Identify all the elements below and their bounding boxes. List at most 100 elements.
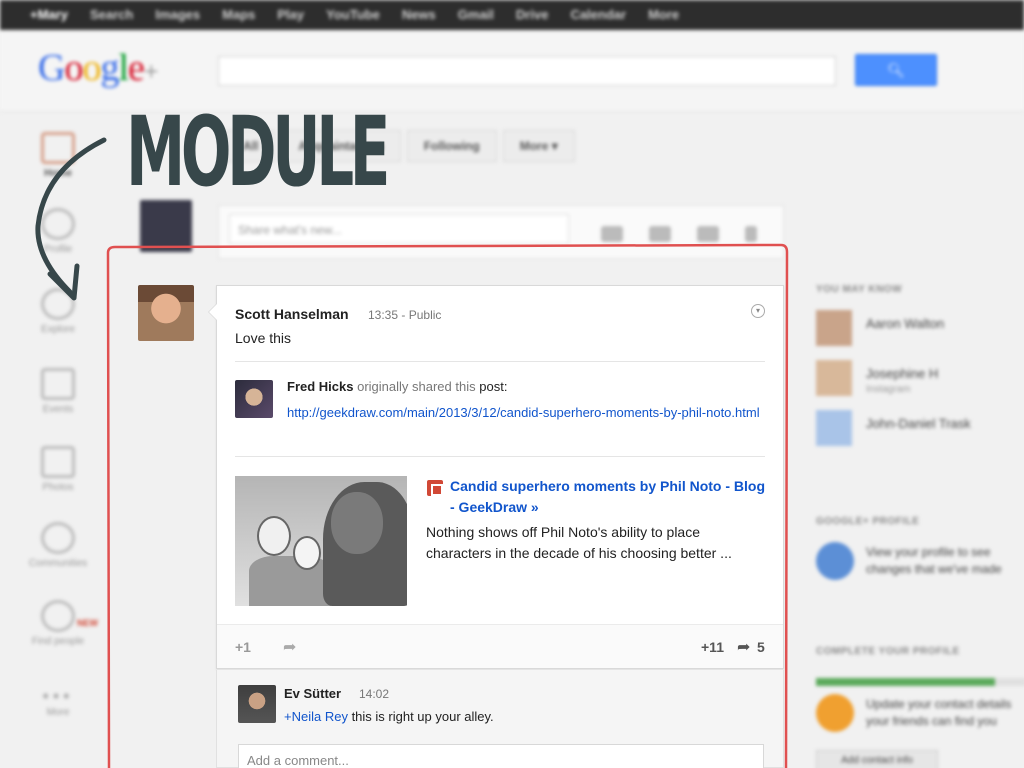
nav-item-more[interactable]: ••• More [22, 686, 94, 718]
you-may-know-heading: YOU MAY KNOW [816, 284, 903, 295]
post-author-avatar[interactable] [138, 285, 194, 341]
post-actions-bar: +1 ➦ +11 ➦ 5 [217, 624, 783, 668]
profile-heading: GOOGLE+ PROFILE [816, 516, 920, 527]
home-icon [41, 132, 75, 164]
pencil-icon[interactable] [745, 226, 757, 242]
add-comment-input[interactable]: Add a comment... [238, 744, 764, 768]
original-post-link[interactable]: post: [479, 379, 507, 394]
nav-item-find-people[interactable]: Find people NEW [22, 600, 98, 647]
profile-progress-bar [816, 678, 1024, 686]
originally-shared-text: originally shared this [357, 379, 476, 394]
thumbnail-figure [293, 536, 321, 570]
nav-item-profile[interactable]: Profile [22, 208, 94, 255]
top-nav-item-plus-mary[interactable]: +Mary [30, 7, 68, 22]
thumbnail-figure [257, 516, 291, 556]
find-people-icon [41, 600, 75, 632]
top-nav-item-search[interactable]: Search [90, 7, 133, 22]
nav-item-label: Events [42, 404, 74, 415]
module-annotation-label: MODULE [126, 96, 390, 208]
profile-tip-line: View your profile to see [866, 545, 991, 559]
commenter-name[interactable]: Ev Sütter [284, 686, 341, 701]
avatar [816, 310, 852, 346]
profile-icon [41, 208, 75, 240]
link-preview-title[interactable]: Candid superhero moments by Phil Noto - … [450, 476, 770, 518]
suggested-person[interactable]: Aaron Walton [816, 310, 1024, 350]
meta-separator: - [401, 308, 406, 322]
top-nav-item-gmail[interactable]: Gmail [458, 7, 494, 22]
top-nav-item-news[interactable]: News [402, 7, 436, 22]
mention-link[interactable]: +Neila Rey [284, 709, 348, 724]
post-text: Love this [235, 330, 292, 346]
photos-icon [41, 446, 75, 478]
comment-text: +Neila Rey this is right up your alley. [284, 709, 494, 724]
filter-more[interactable]: More ▾ [502, 130, 575, 162]
thumbnail-figure [331, 492, 383, 554]
divider [235, 361, 765, 362]
top-nav-item-images[interactable]: Images [155, 7, 200, 22]
post-visibility[interactable]: Public [409, 308, 442, 322]
share-box: Share what's new... [218, 205, 784, 259]
thumbnail-figure [249, 556, 331, 606]
nav-item-communities[interactable]: Communities [22, 522, 94, 569]
post-menu-chevron-icon[interactable]: ▾ [751, 304, 765, 318]
top-nav-item-drive[interactable]: Drive [516, 7, 549, 22]
commenter-avatar[interactable] [238, 685, 276, 723]
reshare-count[interactable]: 5 [757, 639, 765, 655]
original-author-avatar[interactable] [235, 380, 273, 418]
shared-url-link[interactable]: http://geekdraw.com/main/2013/3/12/candi… [287, 402, 773, 423]
top-nav-item-maps[interactable]: Maps [222, 7, 255, 22]
nav-item-home[interactable]: Home [22, 132, 94, 179]
left-nav: Home Profile Explore Events Photos Commu… [0, 112, 112, 768]
plus-one-button[interactable]: +1 [235, 639, 251, 655]
search-input[interactable] [218, 56, 836, 86]
post-author-name[interactable]: Scott Hanselman [235, 306, 349, 322]
video-icon[interactable] [697, 226, 719, 242]
link-preview-thumbnail[interactable] [235, 476, 407, 606]
post-time[interactable]: 13:35 [368, 308, 398, 322]
person-name: Josephine H [866, 366, 939, 381]
communities-icon [41, 522, 75, 554]
complete-profile-text: Update your contact details your friends … [866, 696, 1011, 730]
comment-body: this is right up your alley. [347, 709, 494, 724]
profile-tip-line: changes that we've made [866, 562, 1002, 576]
top-nav-bar: +Mary Search Images Maps Play YouTube Ne… [0, 0, 1024, 30]
share-arrow-icon[interactable]: ➦ [283, 637, 296, 657]
person-name: Aaron Walton [866, 316, 945, 331]
suggested-person[interactable]: John-Daniel Trask [816, 410, 1024, 450]
calendar-icon [41, 368, 75, 400]
complete-profile-heading: COMPLETE YOUR PROFILE [816, 646, 960, 657]
reshare-icon: ➦ [737, 639, 751, 656]
nav-item-label: Photos [42, 482, 74, 493]
top-nav-item-calendar[interactable]: Calendar [570, 7, 626, 22]
nav-item-label: Home [44, 168, 72, 179]
original-author-name[interactable]: Fred Hicks [287, 379, 353, 394]
share-input[interactable]: Share what's new... [229, 214, 569, 244]
profile-progress-fill [816, 678, 995, 686]
top-nav-item-more[interactable]: More [648, 7, 679, 22]
complete-profile-line: Update your contact details [866, 697, 1012, 711]
reshare-attribution: Fred Hicks originally shared this post: [287, 379, 507, 394]
top-nav-item-youtube[interactable]: YouTube [326, 7, 380, 22]
plus-one-count[interactable]: +11 [701, 639, 724, 655]
add-contact-info-button[interactable]: Add contact info [816, 750, 938, 768]
nav-item-events[interactable]: Events [22, 368, 94, 415]
info-icon [816, 542, 854, 580]
nav-item-photos[interactable]: Photos [22, 446, 94, 493]
suggested-person[interactable]: Josephine H Instagram [816, 360, 1024, 400]
link-icon[interactable] [649, 226, 671, 242]
more-dots-icon: ••• [42, 686, 74, 706]
divider [235, 456, 765, 457]
avatar [816, 410, 852, 446]
photo-icon[interactable] [601, 226, 623, 242]
top-nav-item-play[interactable]: Play [277, 7, 304, 22]
comment-time: 14:02 [359, 687, 390, 701]
filter-following[interactable]: Following [406, 130, 497, 162]
contact-icon [816, 694, 854, 732]
comments-section: Ev Sütter 14:02 +Neila Rey this is right… [216, 670, 784, 768]
nav-item-label: Profile [43, 244, 73, 255]
search-button[interactable]: 🔍︎ [855, 54, 937, 86]
nav-item-explore[interactable]: Explore [22, 288, 94, 335]
new-badge: NEW [77, 618, 98, 628]
nav-item-label: Find people [31, 636, 85, 647]
google-plus-logo[interactable]: Google+ [38, 46, 159, 90]
